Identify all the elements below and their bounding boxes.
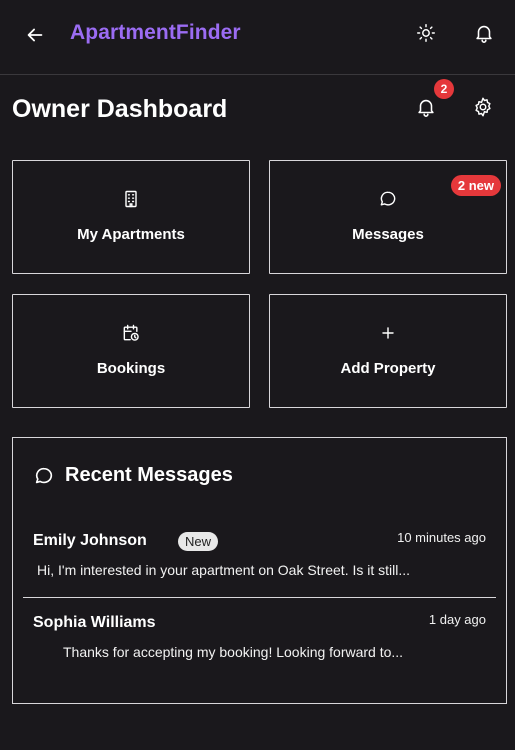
bookings-tile[interactable]: Bookings — [12, 294, 250, 408]
my-apartments-tile[interactable]: My Apartments — [12, 160, 250, 274]
tile-label: Add Property — [340, 360, 436, 377]
plus-icon — [382, 327, 394, 339]
tile-label: Messages — [352, 226, 424, 243]
recent-messages-panel: Recent Messages Emily Johnson New 10 min… — [12, 437, 507, 704]
chat-bubble-icon — [380, 191, 396, 206]
gear-icon[interactable] — [472, 96, 494, 118]
message-sender: Sophia Williams — [33, 614, 156, 631]
notifications-bell-icon[interactable] — [415, 96, 437, 118]
sun-icon[interactable] — [415, 22, 437, 44]
chat-bubble-icon — [35, 467, 53, 483]
add-property-tile[interactable]: Add Property — [269, 294, 507, 408]
calendar-clock-icon — [123, 324, 139, 341]
new-message-tag: New — [178, 532, 219, 551]
message-time: 1 day ago — [428, 612, 486, 627]
message-preview: Hi, I'm interested in your apartment on … — [37, 562, 411, 578]
tile-label: Bookings — [96, 360, 166, 377]
message-item[interactable]: Emily Johnson New 10 minutes ago Hi, I'm… — [23, 524, 496, 598]
notification-count-badge: 2 — [434, 79, 454, 99]
tile-label: My Apartments — [77, 226, 185, 243]
panel-title-label: Recent Messages — [65, 464, 233, 486]
top-app-bar: ApartmentFinder — [0, 0, 515, 75]
panel-title: Recent Messages — [33, 464, 233, 487]
message-preview: Thanks for accepting my booking! Looking… — [63, 644, 404, 660]
app-brand[interactable]: ApartmentFinder — [70, 21, 241, 45]
building-icon — [125, 190, 137, 208]
message-item[interactable]: Sophia Williams 1 day ago Thanks for acc… — [13, 606, 506, 676]
back-arrow-icon[interactable] — [24, 24, 46, 46]
messages-tile[interactable]: 2 new Messages — [269, 160, 507, 274]
bell-icon[interactable] — [473, 22, 495, 44]
page-title: Owner Dashboard — [12, 95, 228, 123]
message-time: 10 minutes ago — [397, 530, 486, 545]
new-messages-badge: 2 new — [450, 175, 501, 196]
message-sender: Emily Johnson — [33, 532, 147, 549]
